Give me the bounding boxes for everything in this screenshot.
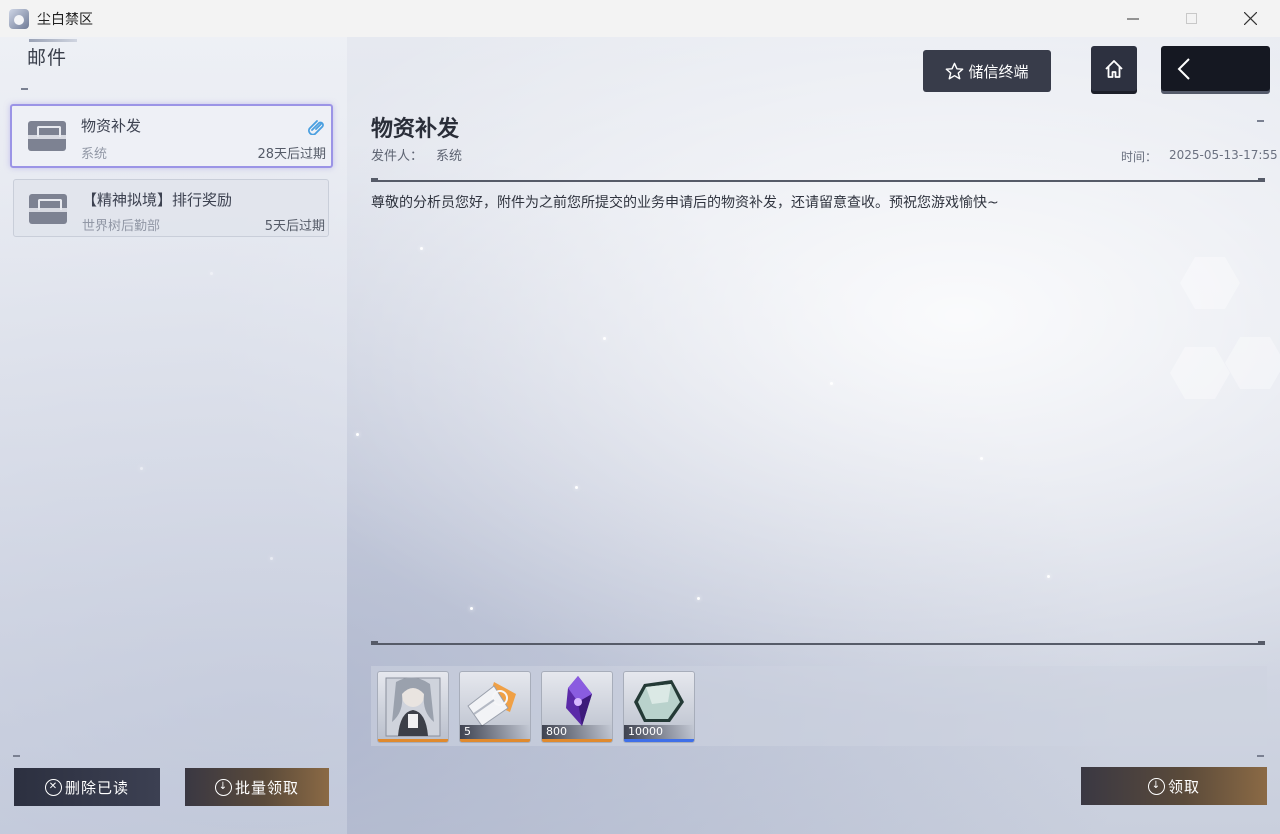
game-scene: 邮件 物资补发 系统 28天后过期 【精神拟境】排行奖励 世界树后勤部 5天后过… xyxy=(0,37,1280,834)
rarity-bar xyxy=(460,739,530,742)
decor-tick xyxy=(13,755,20,757)
batch-claim-button[interactable]: ↓ 批量领取 xyxy=(185,768,329,806)
mail-item-title: 【精神拟境】排行奖励 xyxy=(82,191,233,209)
decor-sparkle xyxy=(356,433,359,436)
mail-list-header: 邮件 xyxy=(27,39,78,70)
decor-sparkle xyxy=(575,486,578,489)
sender-value: 系统 xyxy=(436,149,463,164)
mailbox-icon xyxy=(29,194,67,224)
decor-sparkle xyxy=(1047,575,1050,578)
home-button[interactable] xyxy=(1091,46,1137,91)
download-circle-icon: ↓ xyxy=(214,778,232,796)
body-divider xyxy=(371,641,1265,645)
decor-hexagon xyxy=(1225,337,1280,389)
ticket-icon xyxy=(467,682,516,727)
back-button[interactable] xyxy=(1161,46,1270,91)
rarity-bar xyxy=(378,739,448,742)
app-icon xyxy=(9,8,29,29)
decor-sparkle xyxy=(603,337,606,340)
star-icon xyxy=(946,62,964,79)
mail-item-sender: 系统 xyxy=(81,147,108,162)
batch-claim-label: 批量领取 xyxy=(234,778,299,797)
window-title: 尘白禁区 xyxy=(37,11,93,28)
hexagon-gem-icon xyxy=(634,680,684,722)
decor-sparkle xyxy=(980,457,983,460)
mail-item-expire: 5天后过期 xyxy=(264,219,325,234)
mailbox-icon xyxy=(28,121,66,151)
decor-hexagon xyxy=(1170,347,1230,399)
decor-hexagon xyxy=(1180,257,1240,309)
mail-item-sender: 世界树后勤部 xyxy=(82,219,161,234)
decor-tick xyxy=(1257,755,1264,757)
attachment-character-card[interactable] xyxy=(377,671,449,743)
header-divider xyxy=(371,178,1265,182)
time-label: 时间： xyxy=(1121,150,1158,164)
mail-body-text: 尊敬的分析员您好，附件为之前您所提交的业务申请后的物资补发，还请留意查收。预祝您… xyxy=(371,195,999,211)
time-value: 2025-05-13-17:55 xyxy=(1169,148,1278,162)
mail-list-panel: 邮件 物资补发 系统 28天后过期 【精神拟境】排行奖励 世界树后勤部 5天后过… xyxy=(0,37,347,834)
attachment-ticket[interactable]: 5 xyxy=(459,671,531,743)
mail-item-ranking-reward[interactable]: 【精神拟境】排行奖励 世界树后勤部 5天后过期 xyxy=(13,179,329,237)
maximize-icon[interactable] xyxy=(1162,0,1221,37)
mail-item-expire: 28天后过期 xyxy=(257,147,326,162)
decor-tick xyxy=(1257,120,1264,122)
back-arrow-icon xyxy=(1177,57,1190,80)
purple-crystal-icon xyxy=(566,676,592,726)
mail-item-supply[interactable]: 物资补发 系统 28天后过期 xyxy=(10,104,333,168)
decor-sparkle xyxy=(420,247,423,250)
storage-terminal-button[interactable]: 储信终端 xyxy=(923,50,1051,92)
decor-tick xyxy=(21,88,28,90)
minimize-icon[interactable] xyxy=(1103,0,1162,37)
home-icon xyxy=(1105,59,1123,78)
decor-sparkle xyxy=(470,607,473,610)
mail-detail-title: 物资补发 xyxy=(371,117,460,142)
decor-sparkle xyxy=(830,382,833,385)
character-portrait-icon xyxy=(385,677,441,737)
rarity-bar xyxy=(542,739,612,742)
attachment-purple-crystal[interactable]: 800 xyxy=(541,671,613,743)
mail-item-title: 物资补发 xyxy=(81,117,142,135)
delete-read-button[interactable]: ✕ 删除已读 xyxy=(14,768,160,806)
attachment-clip-icon xyxy=(308,120,324,135)
sender-label: 发件人： xyxy=(371,149,424,164)
delete-circle-icon: ✕ xyxy=(44,778,62,796)
item-count: 5 xyxy=(460,725,530,739)
attachment-hexagon-gem[interactable]: 10000 xyxy=(623,671,695,743)
item-count: 10000 xyxy=(624,725,694,739)
storage-terminal-label: 储信终端 xyxy=(968,62,1029,81)
item-count: 800 xyxy=(542,725,612,739)
close-icon[interactable] xyxy=(1221,0,1280,37)
claim-label: 领取 xyxy=(1167,777,1200,796)
rarity-bar xyxy=(624,739,694,742)
claim-button[interactable]: ↓ 领取 xyxy=(1081,767,1267,805)
window-titlebar: 尘白禁区 xyxy=(0,0,1280,37)
delete-read-label: 删除已读 xyxy=(64,778,129,797)
download-circle-icon: ↓ xyxy=(1147,777,1165,795)
window-controls xyxy=(1103,0,1280,37)
decor-sparkle xyxy=(697,597,700,600)
